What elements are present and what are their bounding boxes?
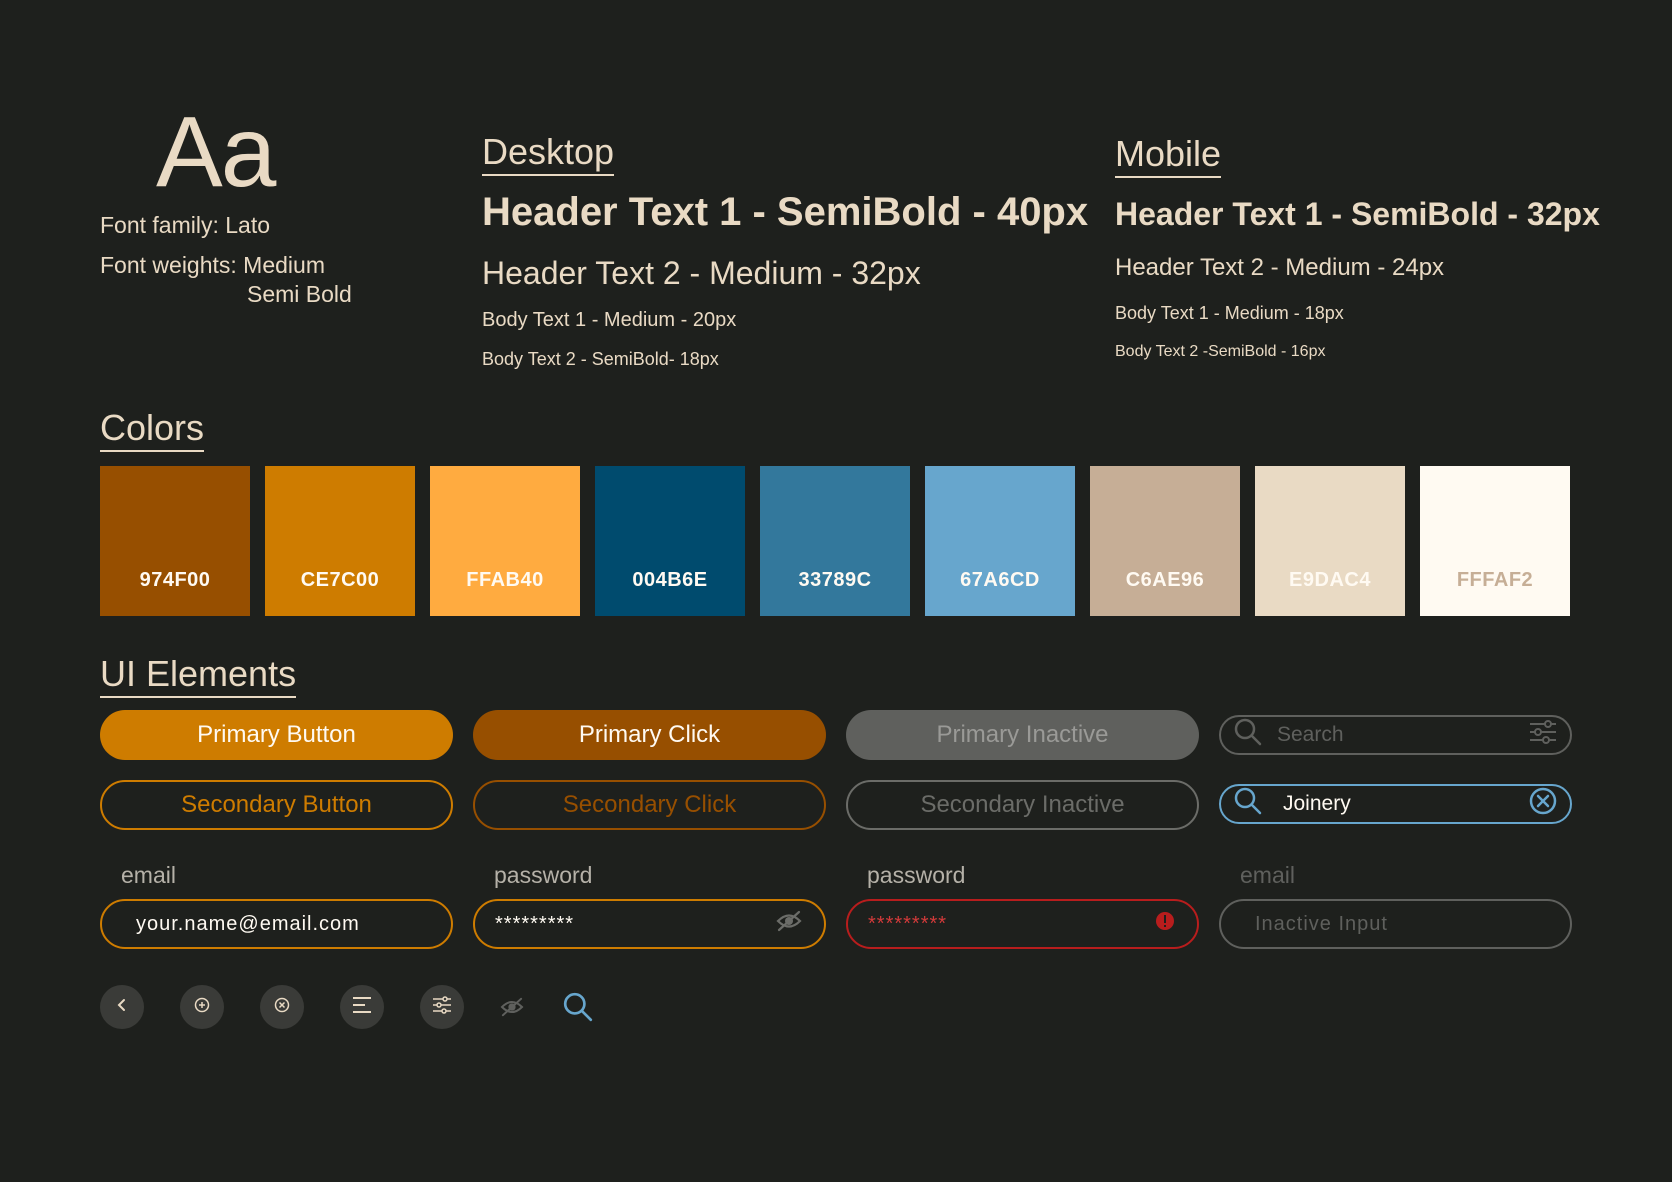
swatch-label: 67A6CD xyxy=(960,569,1040,591)
search-bar-inactive[interactable]: Search xyxy=(1219,715,1572,755)
color-swatch: E9DAC4 xyxy=(1255,466,1405,616)
font-sample: Aa xyxy=(156,96,276,208)
swatch-label: FFFAF2 xyxy=(1456,569,1534,591)
email-inactive-label: email xyxy=(1240,862,1295,888)
color-swatch: 67A6CD xyxy=(925,466,1075,616)
color-swatches: 974F00 CE7C00 FFAB40 004B6E 33789C 67A6C… xyxy=(100,466,1570,616)
desktop-body2-sample: Body Text 2 - SemiBold- 18px xyxy=(482,349,719,369)
color-swatch: CE7C00 xyxy=(265,466,415,616)
email-field-value[interactable]: your.name@email.com xyxy=(136,913,429,936)
close-button[interactable] xyxy=(260,985,304,1029)
clear-icon[interactable] xyxy=(1528,786,1558,822)
mobile-body1-sample: Body Text 1 - Medium - 18px xyxy=(1115,303,1344,323)
password-field[interactable]: ********* xyxy=(473,899,826,949)
swatch-label: C6AE96 xyxy=(1125,569,1205,591)
color-swatch: FFFAF2 xyxy=(1420,466,1570,616)
search-input[interactable]: Search xyxy=(1277,723,1528,747)
swatch-label: FFAB40 xyxy=(466,569,544,591)
search-icon xyxy=(1233,717,1263,753)
desktop-body1-sample: Body Text 1 - Medium - 20px xyxy=(482,309,737,331)
swatch-label: E9DAC4 xyxy=(1289,569,1371,591)
email-label: email xyxy=(121,862,176,888)
menu-icon xyxy=(352,996,372,1019)
password-error-value[interactable]: ********* xyxy=(868,913,1155,936)
filter-icon xyxy=(432,995,452,1019)
inactive-field: Inactive Input xyxy=(1219,899,1572,949)
plus-circle-icon xyxy=(194,997,210,1018)
desktop-h1-sample: Header Text 1 - SemiBold - 40px xyxy=(482,190,1089,234)
chevron-left-icon xyxy=(115,998,129,1017)
font-family-label: Font family: Lato xyxy=(100,212,271,238)
password-label: password xyxy=(494,862,593,888)
primary-click-button[interactable]: Primary Click xyxy=(473,710,826,760)
swatch-label: 004B6E xyxy=(632,569,708,591)
color-swatch: 004B6E xyxy=(595,466,745,616)
add-button[interactable] xyxy=(180,985,224,1029)
error-icon xyxy=(1155,911,1175,937)
mobile-body2-sample: Body Text 2 -SemiBold - 16px xyxy=(1115,343,1326,360)
swatch-label: CE7C00 xyxy=(300,569,380,591)
swatch-label: 974F00 xyxy=(139,569,211,591)
ui-elements-title: UI Elements xyxy=(100,652,297,698)
secondary-button[interactable]: Secondary Button xyxy=(100,780,453,830)
desktop-h2-sample: Header Text 2 - Medium - 32px xyxy=(482,255,921,291)
secondary-click-button[interactable]: Secondary Click xyxy=(473,780,826,830)
filter-button[interactable] xyxy=(420,985,464,1029)
search-bar-active[interactable]: Joinery xyxy=(1219,784,1572,824)
filter-icon[interactable] xyxy=(1528,719,1558,751)
search-input[interactable]: Joinery xyxy=(1283,792,1528,816)
back-button[interactable] xyxy=(100,985,144,1029)
password-field-value[interactable]: ********* xyxy=(495,913,776,936)
secondary-inactive-button: Secondary Inactive xyxy=(846,780,1199,830)
mobile-h2-sample: Header Text 2 - Medium - 24px xyxy=(1115,254,1445,281)
password-error-label: password xyxy=(867,862,966,888)
inactive-field-placeholder: Inactive Input xyxy=(1255,912,1388,935)
font-weights-label: Font weights: Medium xyxy=(100,252,325,278)
swatch-label: 33789C xyxy=(798,569,872,591)
search-icon xyxy=(1233,786,1263,822)
eye-off-icon[interactable] xyxy=(776,910,802,938)
search-icon[interactable] xyxy=(556,985,600,1029)
color-swatch: FFAB40 xyxy=(430,466,580,616)
email-field[interactable]: your.name@email.com xyxy=(100,899,453,949)
eye-off-icon[interactable] xyxy=(490,985,534,1029)
mobile-h1-sample: Header Text 1 - SemiBold - 32px xyxy=(1115,196,1600,232)
menu-button[interactable] xyxy=(340,985,384,1029)
primary-inactive-button: Primary Inactive xyxy=(846,710,1199,760)
color-swatch: C6AE96 xyxy=(1090,466,1240,616)
close-circle-icon xyxy=(274,997,290,1018)
desktop-title: Desktop xyxy=(482,130,615,176)
color-swatch: 974F00 xyxy=(100,466,250,616)
color-swatch: 33789C xyxy=(760,466,910,616)
colors-title: Colors xyxy=(100,406,205,452)
primary-button[interactable]: Primary Button xyxy=(100,710,453,760)
font-weights-second: Semi Bold xyxy=(247,281,352,307)
mobile-title: Mobile xyxy=(1115,132,1222,178)
password-field-error[interactable]: ********* xyxy=(846,899,1199,949)
